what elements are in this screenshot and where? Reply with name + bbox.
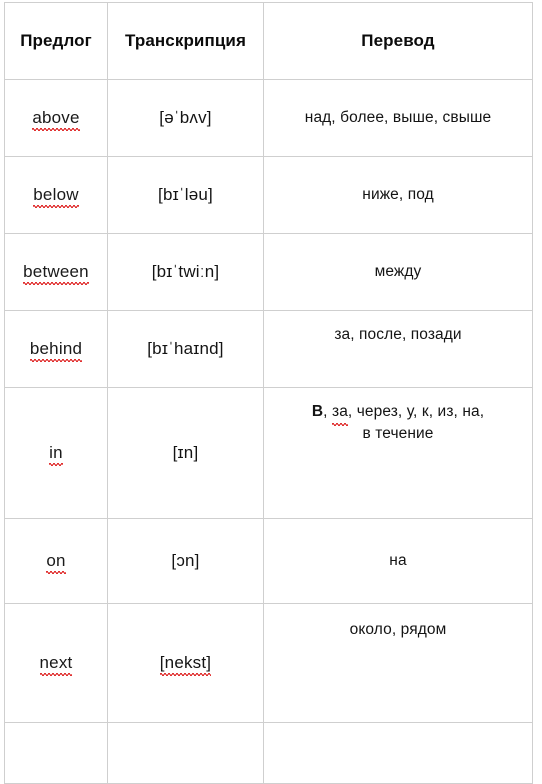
cell-preposition: between: [4, 233, 108, 311]
cell-preposition: above: [4, 79, 108, 157]
cell-transcription: [ɔn]: [107, 518, 264, 604]
translation-text: за, после, позади: [334, 326, 462, 343]
preposition-text: in: [49, 442, 63, 466]
preposition-text: behind: [29, 338, 83, 362]
translation-bold-lead: В: [311, 403, 324, 420]
table-header-row: Предлог Транскрипция Перевод: [4, 2, 533, 80]
cell-translation: [263, 722, 533, 784]
page-root: Предлог Транскрипция Перевод above [əˈbʌ…: [0, 0, 542, 784]
transcription-text: [əˈbʌv]: [159, 108, 212, 127]
preposition-text: above: [32, 107, 80, 131]
transcription-text: [bɪˈtwiːn]: [151, 262, 220, 281]
prepositions-table-container: Предлог Транскрипция Перевод above [əˈbʌ…: [4, 2, 533, 784]
cell-transcription: [bɪˈləu]: [107, 156, 264, 234]
preposition-text: between: [23, 261, 89, 285]
cell-preposition: below: [4, 156, 108, 234]
translation-separator-a: ,: [323, 403, 332, 420]
translation-text: на: [389, 551, 407, 569]
cell-transcription: [əˈbʌv]: [107, 79, 264, 157]
cell-transcription: [bɪˈhaɪnd]: [107, 310, 264, 388]
cell-translation: между: [263, 233, 533, 311]
table-row: on [ɔn] на: [4, 518, 533, 604]
cell-preposition: in: [4, 387, 108, 519]
column-header-transcription: Транскрипция: [107, 2, 264, 80]
column-header-translation-label: Перевод: [361, 31, 435, 50]
cell-transcription: [ɪn]: [107, 387, 264, 519]
translation-text: между: [374, 262, 422, 280]
cell-translation: за, после, позади: [263, 310, 533, 388]
cell-preposition: on: [4, 518, 108, 604]
table-row: behind [bɪˈhaɪnd] за, после, позади: [4, 310, 533, 388]
table-row: above [əˈbʌv] над, более, выше, свыше: [4, 79, 533, 157]
table-row: below [bɪˈləu] ниже, под: [4, 156, 533, 234]
transcription-text: [bɪˈhaɪnd]: [147, 339, 224, 358]
translation-flagged-word: за: [331, 402, 348, 426]
cell-transcription: [nekst]: [107, 603, 264, 723]
cell-preposition: next: [4, 603, 108, 723]
preposition-text: next: [39, 652, 73, 676]
prepositions-table: Предлог Транскрипция Перевод above [əˈbʌ…: [4, 2, 533, 784]
cell-transcription: [107, 722, 264, 784]
cell-transcription: [bɪˈtwiːn]: [107, 233, 264, 311]
column-header-transcription-label: Транскрипция: [125, 31, 246, 50]
cell-translation: над, более, выше, свыше: [263, 79, 533, 157]
table-row: between [bɪˈtwiːn] между: [4, 233, 533, 311]
translation-line-two: в течение: [362, 424, 434, 442]
translation-text: В, за, через, у, к, из, на, в течение: [264, 388, 532, 445]
cell-preposition: [4, 722, 108, 784]
column-header-translation: Перевод: [263, 2, 533, 80]
column-header-preposition-label: Предлог: [20, 31, 92, 50]
table-row: next [nekst] около, рядом: [4, 603, 533, 723]
preposition-text: below: [33, 184, 80, 208]
transcription-text: [bɪˈləu]: [158, 185, 213, 204]
transcription-text: [ɪn]: [172, 443, 199, 462]
translation-text: около, рядом: [349, 621, 447, 638]
cell-translation: на: [263, 518, 533, 604]
transcription-text: [ɔn]: [171, 551, 200, 570]
cell-translation: В, за, через, у, к, из, на, в течение: [263, 387, 533, 519]
table-row: in [ɪn] В, за, через, у, к, из, на, в теч…: [4, 387, 533, 519]
translation-text: над, более, выше, свыше: [304, 108, 492, 126]
preposition-text: on: [46, 550, 66, 574]
cell-translation: ниже, под: [263, 156, 533, 234]
cell-preposition: behind: [4, 310, 108, 388]
cell-translation: около, рядом: [263, 603, 533, 723]
translation-text: ниже, под: [362, 185, 434, 203]
translation-rest: , через, у, к, из, на,: [347, 403, 485, 420]
transcription-text: [nekst]: [159, 652, 212, 676]
table-row-partial: [4, 722, 533, 784]
column-header-preposition: Предлог: [4, 2, 108, 80]
